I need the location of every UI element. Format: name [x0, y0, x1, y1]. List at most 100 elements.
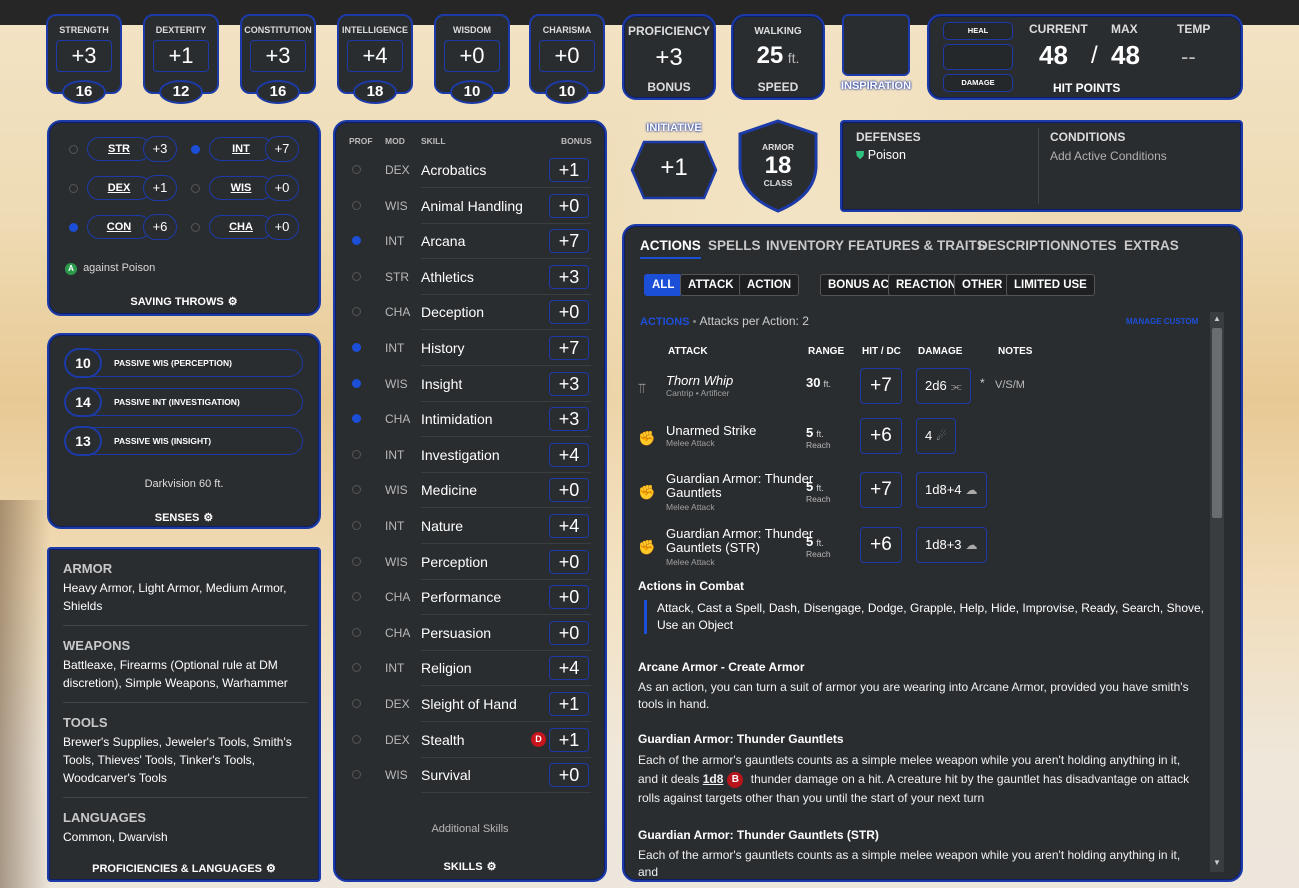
filter-reaction[interactable]: REACTION	[888, 274, 965, 296]
filter-limited-use[interactable]: LIMITED USE	[1006, 274, 1095, 296]
saving-throw-int[interactable]: INT +7	[185, 136, 303, 162]
filter-other[interactable]: OTHER	[954, 274, 1011, 296]
tab-features-traits[interactable]: FEATURES & TRAITS	[848, 238, 986, 253]
damage-button[interactable]: DAMAGE	[943, 74, 1013, 92]
skill-bonus[interactable]: +0	[549, 585, 589, 610]
heal-button[interactable]: HEAL	[943, 22, 1013, 40]
skill-row-stealth[interactable]: DEX Stealth D +1	[335, 722, 605, 758]
skill-bonus[interactable]: +3	[549, 371, 589, 396]
tab-spells[interactable]: SPELLS	[708, 238, 761, 253]
scrollbar-thumb[interactable]	[1212, 328, 1222, 518]
attack-row[interactable]: ✊ Guardian Armor: Thunder Gauntlets Melee …	[638, 472, 1198, 518]
attack-hit-bonus[interactable]: +6	[860, 527, 902, 563]
save-value[interactable]: +6	[143, 214, 177, 240]
skill-row-performance[interactable]: CHA Performance +0	[335, 579, 605, 616]
ability-modifier[interactable]: +0	[444, 40, 500, 72]
gear-icon[interactable]: ⚙	[487, 860, 497, 873]
skill-row-religion[interactable]: INT Religion +4	[335, 650, 605, 687]
skill-bonus[interactable]: +0	[549, 763, 589, 788]
skill-bonus[interactable]: +1	[549, 727, 589, 752]
skill-row-sleight-of-hand[interactable]: DEX Sleight of Hand +1	[335, 686, 605, 722]
skill-row-deception[interactable]: CHA Deception +0	[335, 294, 605, 331]
attack-row[interactable]: ✊ Guardian Armor: Thunder Gauntlets (STR)…	[638, 527, 1198, 573]
gear-icon[interactable]: ⚙	[266, 862, 276, 875]
ability-charisma[interactable]: CHARISMA +0 10	[527, 14, 607, 104]
ability-modifier[interactable]: +0	[539, 40, 595, 72]
attack-row[interactable]: ⫪ Thorn Whip Cantrip • Artificer 30 ft. +7 2d6…	[638, 368, 1198, 414]
inspiration-box[interactable]: INSPIRATION	[840, 14, 912, 94]
ability-constitution[interactable]: CONSTITUTION +3 16	[238, 14, 318, 104]
armor-class-shield[interactable]: ARMOR 18 CLASS	[736, 118, 820, 214]
ability-dexterity[interactable]: DEXTERITY +1 12	[141, 14, 221, 104]
skill-bonus[interactable]: +0	[549, 300, 589, 325]
skill-bonus[interactable]: +7	[549, 229, 589, 254]
skill-bonus[interactable]: +1	[549, 158, 589, 182]
proficiency-bonus-box[interactable]: PROFICIENCY +3 BONUS	[622, 14, 716, 100]
skill-bonus[interactable]: +4	[549, 656, 589, 681]
skill-row-perception[interactable]: WIS Perception +0	[335, 544, 605, 580]
saving-throw-con[interactable]: CON +6	[63, 214, 181, 240]
additional-skills-link[interactable]: Additional Skills	[335, 823, 605, 835]
ability-intelligence[interactable]: INTELLIGENCE +4 18	[335, 14, 415, 104]
attack-damage[interactable]: 1d8+4 ☁	[916, 472, 987, 508]
hp-temp-value[interactable]: --	[1181, 44, 1196, 70]
skill-row-insight[interactable]: WIS Insight +3	[335, 366, 605, 402]
add-conditions-link[interactable]: Add Active Conditions	[1050, 149, 1167, 163]
skill-bonus[interactable]: +4	[549, 442, 589, 467]
hp-current-value[interactable]: 48	[1039, 40, 1068, 71]
walking-speed-box[interactable]: WALKING 25 ft. SPEED	[731, 14, 825, 100]
filter-all[interactable]: ALL	[644, 274, 683, 296]
save-value[interactable]: +1	[143, 175, 177, 201]
senses-title[interactable]: SENSES ⚙	[49, 511, 319, 524]
attack-hit-bonus[interactable]: +6	[860, 418, 902, 454]
skill-bonus[interactable]: +0	[549, 193, 589, 218]
skill-row-intimidation[interactable]: CHA Intimidation +3	[335, 401, 605, 438]
tab-inventory[interactable]: INVENTORY	[766, 238, 844, 253]
save-value[interactable]: +3	[143, 136, 177, 162]
proficiencies-title[interactable]: PROFICIENCIES & LANGUAGES ⚙	[49, 862, 319, 875]
ability-modifier[interactable]: +4	[347, 40, 403, 72]
saving-throws-title[interactable]: SAVING THROWS ⚙	[49, 295, 319, 308]
skill-bonus[interactable]: +3	[549, 407, 589, 432]
gear-icon[interactable]: ⚙	[228, 295, 238, 308]
attack-row[interactable]: ✊ Unarmed Strike Melee Attack 5 ft. Reach +6 4 ☄	[638, 418, 1198, 464]
skill-row-history[interactable]: INT History +7	[335, 330, 605, 366]
tab-notes[interactable]: NOTES	[1070, 238, 1117, 253]
initiative-box[interactable]: INITIATIVE +1	[630, 122, 718, 202]
attack-hit-bonus[interactable]: +7	[860, 472, 902, 508]
filter-action[interactable]: ACTION	[739, 274, 800, 296]
tab-actions[interactable]: ACTIONS	[640, 238, 701, 259]
passive-sense[interactable]: 13 PASSIVE WIS (INSIGHT)	[64, 426, 303, 456]
scrollbar-up-arrow[interactable]: ▲	[1210, 312, 1224, 326]
skill-bonus[interactable]: +0	[549, 620, 589, 645]
attack-damage[interactable]: 1d8+3 ☁	[916, 527, 987, 563]
attack-damage[interactable]: 2d6 ⫘	[916, 368, 971, 404]
ability-modifier[interactable]: +3	[56, 40, 112, 72]
saving-throw-dex[interactable]: DEX +1	[63, 175, 181, 201]
skill-row-persuasion[interactable]: CHA Persuasion +0	[335, 615, 605, 651]
skill-row-nature[interactable]: INT Nature +4	[335, 508, 605, 544]
ability-modifier[interactable]: +1	[153, 40, 209, 72]
skill-row-investigation[interactable]: INT Investigation +4	[335, 437, 605, 473]
attack-hit-bonus[interactable]: +7	[860, 368, 902, 404]
skill-bonus[interactable]: +3	[549, 264, 589, 289]
skill-bonus[interactable]: +0	[549, 549, 589, 574]
manage-custom-link[interactable]: MANAGE CUSTOM	[1126, 317, 1198, 326]
combat-actions-list[interactable]: Attack, Cast a Spell, Dash, Disengage, D…	[657, 600, 1204, 634]
saving-throw-wis[interactable]: WIS +0	[185, 175, 303, 201]
defense-item[interactable]: ⛊ Poison	[856, 148, 906, 163]
tab-extras[interactable]: EXTRAS	[1124, 238, 1179, 253]
skill-row-survival[interactable]: WIS Survival +0	[335, 757, 605, 794]
hp-amount-input[interactable]	[943, 44, 1013, 70]
ability-strength[interactable]: STRENGTH +3 16	[44, 14, 124, 104]
skill-row-athletics[interactable]: STR Athletics +3	[335, 259, 605, 295]
tg-dice[interactable]: 1d8	[703, 772, 724, 786]
passive-sense[interactable]: 10 PASSIVE WIS (PERCEPTION)	[64, 348, 303, 378]
save-value[interactable]: +7	[265, 136, 299, 162]
scrollbar-down-arrow[interactable]: ▼	[1210, 856, 1224, 870]
save-value[interactable]: +0	[265, 175, 299, 201]
skill-row-animal-handling[interactable]: WIS Animal Handling +0	[335, 188, 605, 224]
ability-wisdom[interactable]: WISDOM +0 10	[432, 14, 512, 104]
skill-row-arcana[interactable]: INT Arcana +7	[335, 223, 605, 260]
skill-bonus[interactable]: +4	[549, 514, 589, 538]
